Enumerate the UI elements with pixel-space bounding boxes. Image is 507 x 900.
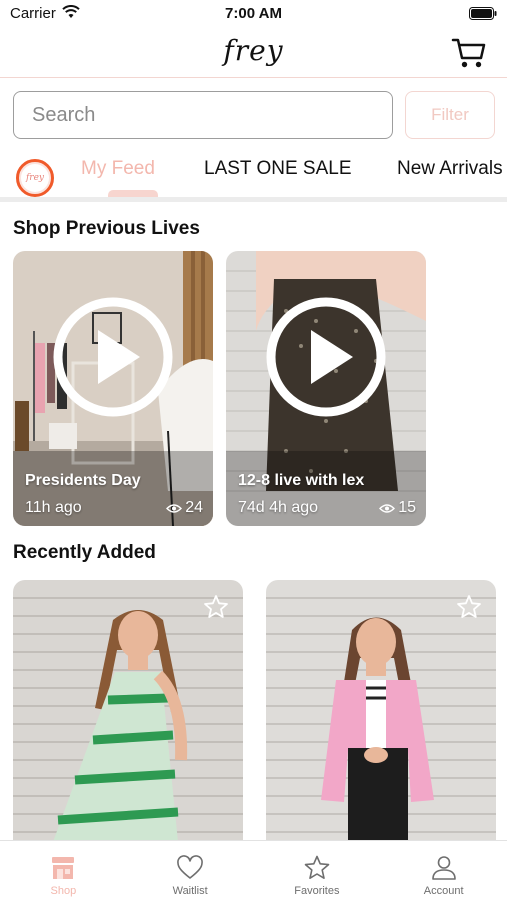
shop-icon [52,857,75,879]
live-card[interactable]: Presidents Day 11h ago 24 [13,251,213,526]
play-icon[interactable] [52,296,174,418]
play-icon[interactable] [265,296,387,418]
eye-icon [379,503,396,513]
heart-icon [177,855,203,879]
filter-button[interactable]: Filter [405,91,495,139]
live-card[interactable]: 12-8 live with lex 74d 4h ago 15 [226,251,426,526]
brand-logo: frey [223,34,284,67]
star-icon[interactable] [456,594,482,620]
nav-item-waitlist[interactable]: Waitlist [127,841,254,900]
nav-item-account[interactable]: Account [380,841,507,900]
active-tab-indicator [108,190,158,197]
section-title-lives: Shop Previous Lives [13,218,200,239]
view-count-value: 15 [398,499,416,516]
view-count-value: 24 [185,499,203,516]
battery-icon [469,7,497,20]
avatar-logo-text: frey [25,173,45,183]
bottom-nav: Shop Waitlist Favorites Account [0,840,507,900]
tab-new-arrivals[interactable]: New Arrivals [397,158,503,180]
product-card[interactable] [13,580,243,842]
live-time-ago: 11h ago [25,499,82,516]
tab-my-feed[interactable]: My Feed [81,158,155,180]
status-time: 7:00 AM [225,5,282,22]
view-count: 15 [379,499,416,517]
live-time-ago: 74d 4h ago [238,499,319,516]
section-title-recent: Recently Added [13,542,156,563]
category-tabs: frey My Feed LAST ONE SALE New Arrivals [0,150,507,202]
person-icon [431,856,456,880]
star-icon[interactable] [203,594,229,620]
search-input[interactable] [13,91,393,139]
live-title: Presidents Day [25,472,141,489]
app-header: frey [0,28,507,78]
nav-label-favorites: Favorites [294,885,340,897]
nav-label-account: Account [423,885,464,897]
nav-label-waitlist: Waitlist [172,885,208,897]
nav-item-shop[interactable]: Shop [0,841,127,900]
view-count: 24 [166,499,203,517]
nav-item-favorites[interactable]: Favorites [254,841,381,900]
eye-icon [166,503,183,513]
star-icon [304,855,330,879]
store-avatar[interactable]: frey [16,159,54,197]
tab-last-one-sale[interactable]: LAST ONE SALE [204,158,352,180]
live-title: 12-8 live with lex [238,472,365,489]
cart-icon[interactable] [451,36,487,70]
nav-label-shop: Shop [50,885,77,897]
status-bar: Carrier 7:00 AM [0,0,507,28]
product-card[interactable] [266,580,496,842]
